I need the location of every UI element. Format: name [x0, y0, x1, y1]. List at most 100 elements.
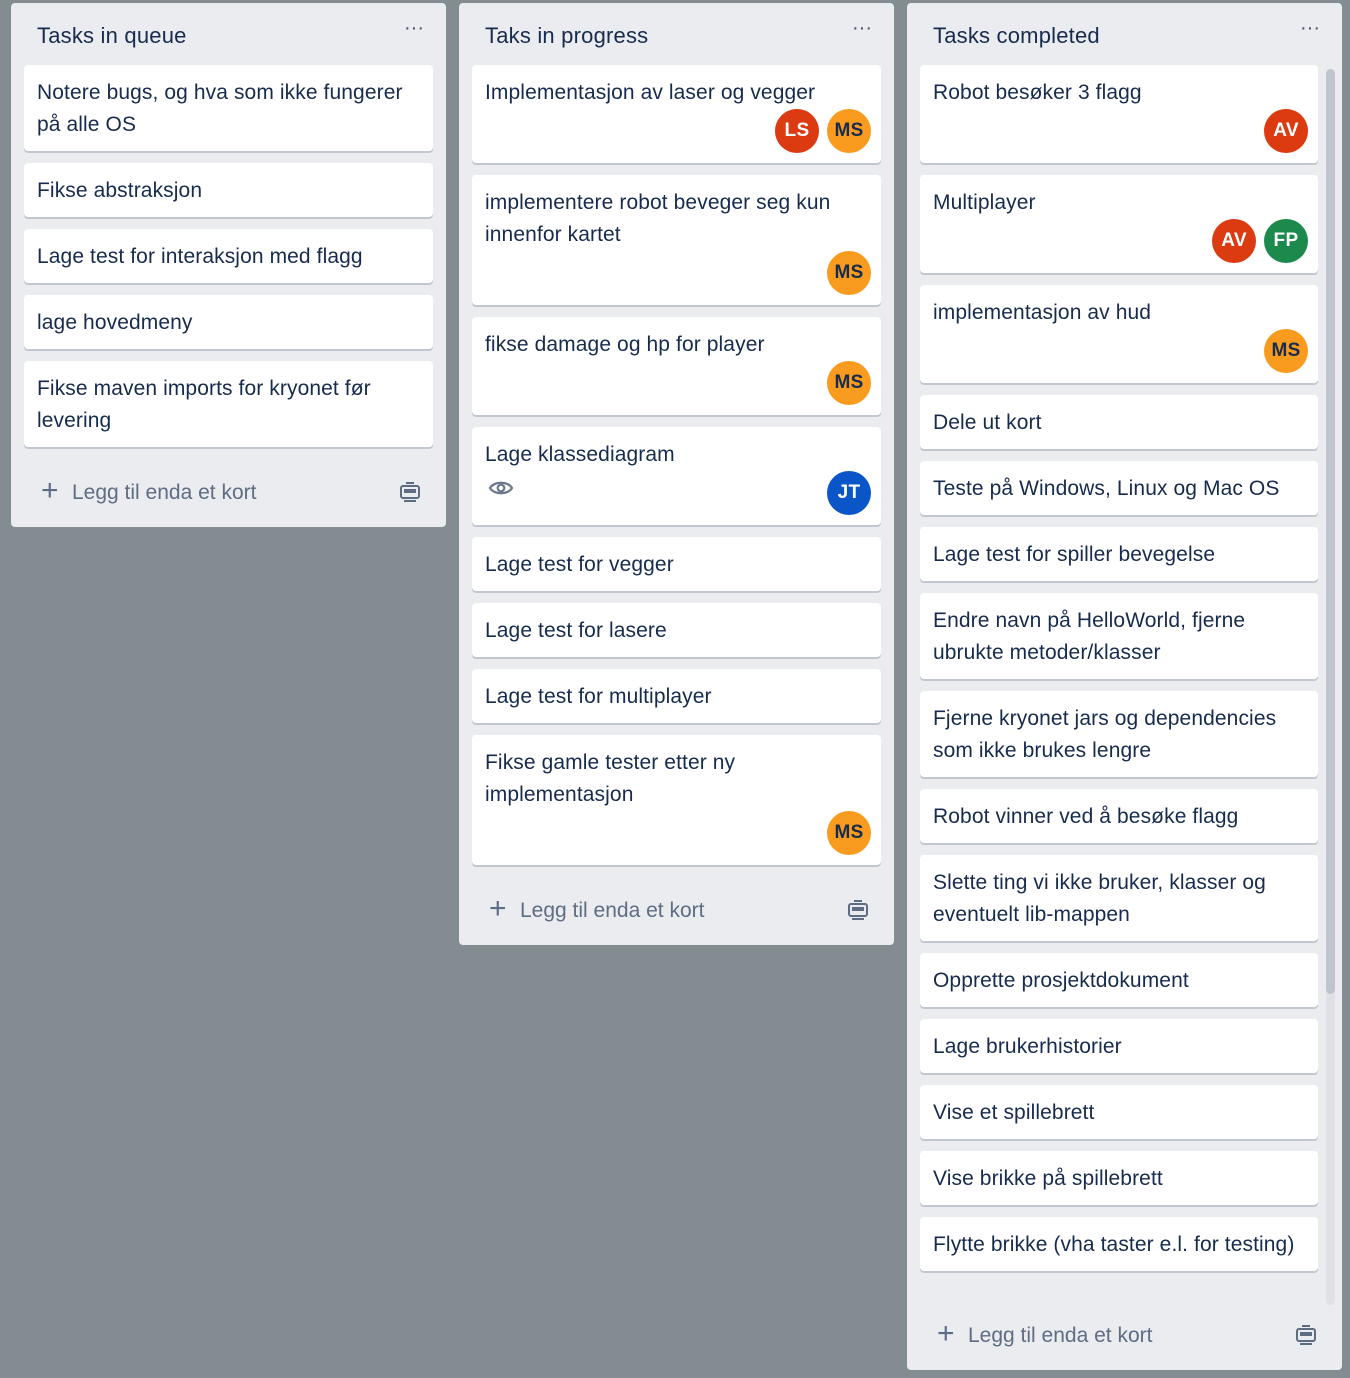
card-title: implementasjon av hud [933, 301, 1152, 324]
card[interactable]: Lage test for interaksjon med flagg [24, 229, 433, 283]
add-card-button[interactable]: + Legg til enda et kort [459, 877, 894, 945]
card-badges: AV FP [933, 219, 1308, 263]
avatar[interactable]: JT [827, 471, 871, 515]
card-title: Flytte brikke (vha taster e.l. for testi… [933, 1233, 1295, 1256]
card-title: Opprette prosjektdokument [933, 969, 1189, 992]
list-title[interactable]: Taks in progress [485, 23, 648, 49]
card-title: Notere bugs, og hva som ikke fungerer på… [37, 81, 403, 136]
card-title: Implementasjon av laser og vegger [485, 81, 816, 104]
card-members: MS [1264, 329, 1308, 373]
list-taks-in-progress: Taks in progress ··· Implementasjon av las… [459, 3, 894, 945]
card-title: Lage brukerhistorier [933, 1035, 1122, 1058]
card[interactable]: Opprette prosjektdokument [920, 953, 1318, 1007]
avatar[interactable]: MS [1264, 329, 1308, 373]
card[interactable]: Teste på Windows, Linux og Mac OS [920, 461, 1318, 515]
card[interactable]: Flytte brikke (vha taster e.l. for testi… [920, 1217, 1318, 1271]
list-header: Tasks completed ··· [907, 3, 1342, 65]
card[interactable]: Lage brukerhistorier [920, 1019, 1318, 1073]
card-title: fikse damage og hp for player [485, 333, 765, 356]
card-members: LS MS [775, 109, 871, 153]
card[interactable]: implementere robot beveger seg kun innen… [472, 175, 881, 305]
card[interactable]: Slette ting vi ikke bruker, klasser og e… [920, 855, 1318, 941]
add-card-button[interactable]: + Legg til enda et kort [11, 459, 446, 527]
list-title[interactable]: Tasks completed [933, 23, 1100, 49]
card[interactable]: Lage test for vegger [472, 537, 881, 591]
add-card-label: Legg til enda et kort [520, 899, 705, 922]
card[interactable]: Lage test for lasere [472, 603, 881, 657]
list-tasks-in-queue: Tasks in queue ··· Notere bugs, og hva som… [11, 3, 446, 527]
card-title: Fikse maven imports for kryonet før leve… [37, 377, 371, 432]
card-members: MS [827, 361, 871, 405]
card[interactable]: Vise et spillebrett [920, 1085, 1318, 1139]
avatar[interactable]: MS [827, 361, 871, 405]
card[interactable]: implementasjon av hud MS [920, 285, 1318, 383]
avatar[interactable]: AV [1264, 109, 1308, 153]
card-title: Lage test for vegger [485, 553, 674, 576]
card-title: Robot besøker 3 flagg [933, 81, 1142, 104]
card[interactable]: Fikse maven imports for kryonet før leve… [24, 361, 433, 447]
card[interactable]: Lage test for spiller bevegelse [920, 527, 1318, 581]
card-title: Multiplayer [933, 191, 1036, 214]
plus-icon: + [937, 1317, 955, 1350]
card[interactable]: fikse damage og hp for player MS [472, 317, 881, 415]
card[interactable]: Notere bugs, og hva som ikke fungerer på… [24, 65, 433, 151]
card-template-icon[interactable] [1295, 1325, 1317, 1345]
card-title: Fikse gamle tester etter ny implementasj… [485, 751, 736, 806]
card-title: Fjerne kryonet jars og dependencies som … [933, 707, 1277, 762]
list-header: Tasks in queue ··· [11, 3, 446, 65]
card[interactable]: Fjerne kryonet jars og dependencies som … [920, 691, 1318, 777]
card-title: Lage klassediagram [485, 443, 675, 466]
list-header: Taks in progress ··· [459, 3, 894, 65]
card[interactable]: Endre navn på HelloWorld, fjerne ubrukte… [920, 593, 1318, 679]
card[interactable]: Implementasjon av laser og vegger LS MS [472, 65, 881, 163]
avatar[interactable]: MS [827, 251, 871, 295]
card[interactable]: Dele ut kort [920, 395, 1318, 449]
card-badges: MS [485, 811, 871, 855]
list-tasks-completed: Tasks completed ··· Robot besøker 3 flagg A… [907, 3, 1342, 1370]
eye-icon [488, 479, 514, 497]
card-template-icon[interactable] [399, 482, 421, 502]
card-title: Teste på Windows, Linux og Mac OS [933, 477, 1280, 500]
add-card-label: Legg til enda et kort [72, 481, 257, 504]
avatar[interactable]: AV [1212, 219, 1256, 263]
card-title: Lage test for interaksjon med flagg [37, 245, 363, 268]
plus-icon: + [489, 892, 507, 925]
list-scrollbar[interactable] [1326, 69, 1335, 1305]
avatar[interactable]: LS [775, 109, 819, 153]
card[interactable]: lage hovedmeny [24, 295, 433, 349]
avatar[interactable]: MS [827, 811, 871, 855]
card[interactable]: Multiplayer AV FP [920, 175, 1318, 273]
card[interactable]: Vise brikke på spillebrett [920, 1151, 1318, 1205]
card[interactable]: Fikse abstraksjon [24, 163, 433, 217]
card-template-icon[interactable] [847, 900, 869, 920]
card[interactable]: Lage klassediagram JT [472, 427, 881, 525]
card-title: Robot vinner ved å besøke flagg [933, 805, 1239, 828]
card[interactable]: Lage test for multiplayer [472, 669, 881, 723]
list-menu-icon[interactable]: ··· [402, 18, 426, 43]
list-menu-icon[interactable]: ··· [850, 18, 874, 43]
card-badges: LS MS [485, 109, 871, 153]
list-title[interactable]: Tasks in queue [37, 23, 187, 49]
card-title: Lage test for lasere [485, 619, 667, 642]
card-title: Lage test for spiller bevegelse [933, 543, 1216, 566]
card-title: Fikse abstraksjon [37, 179, 203, 202]
card[interactable]: Robot besøker 3 flagg AV [920, 65, 1318, 163]
avatar[interactable]: FP [1264, 219, 1308, 263]
card-badges: AV [933, 109, 1308, 153]
card[interactable]: Fikse gamle tester etter ny implementasj… [472, 735, 881, 865]
card-list: Robot besøker 3 flagg AV Multiplayer AV FP im… [907, 65, 1342, 1307]
card-title: Vise brikke på spillebrett [933, 1167, 1163, 1190]
card-title: Dele ut kort [933, 411, 1042, 434]
add-card-label: Legg til enda et kort [968, 1324, 1153, 1347]
card[interactable]: Robot vinner ved å besøke flagg [920, 789, 1318, 843]
card-list: Notere bugs, og hva som ikke fungerer på… [11, 65, 446, 447]
avatar[interactable]: MS [827, 109, 871, 153]
list-menu-icon[interactable]: ··· [1298, 18, 1322, 43]
card-members: MS [827, 811, 871, 855]
card-title: Endre navn på HelloWorld, fjerne ubrukte… [933, 609, 1246, 664]
plus-icon: + [41, 474, 59, 507]
add-card-button[interactable]: + Legg til enda et kort [907, 1302, 1342, 1370]
card-title: Slette ting vi ikke bruker, klasser og e… [933, 871, 1266, 926]
card-members: AV [1264, 109, 1308, 153]
scrollbar-thumb[interactable] [1326, 69, 1335, 994]
